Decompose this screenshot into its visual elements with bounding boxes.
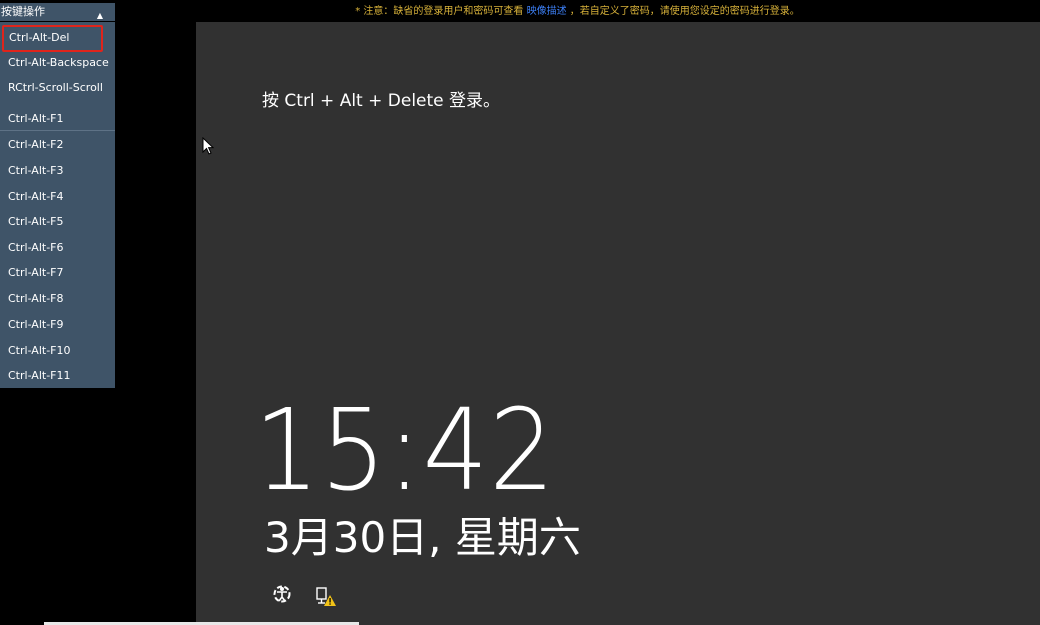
menu-item-ctrl-alt-f6[interactable]: Ctrl-Alt-F6 xyxy=(0,235,115,260)
menu-item-ctrl-alt-f2[interactable]: Ctrl-Alt-F2 xyxy=(0,132,115,157)
lock-clock: 15:42 xyxy=(254,386,556,516)
menu-item-rctrl-scroll-scroll[interactable]: RCtrl-Scroll-Scroll xyxy=(0,75,115,100)
top-toolbar: 按键操作 ▲ * 注意：缺省的登录用户和密码可查看 映像描述 ，若自定义了密码，… xyxy=(0,0,1040,22)
menu-item-ctrl-alt-f11[interactable]: Ctrl-Alt-F11 xyxy=(0,363,115,388)
menu-item-ctrl-alt-f9[interactable]: Ctrl-Alt-F9 xyxy=(0,312,115,337)
menu-item-ctrl-alt-f4[interactable]: Ctrl-Alt-F4 xyxy=(0,184,115,209)
menu-item-ctrl-alt-f1[interactable]: Ctrl-Alt-F1 xyxy=(0,106,115,131)
login-prompt: 按 Ctrl + Alt + Delete 登录。 xyxy=(262,91,501,111)
ease-of-access-icon[interactable] xyxy=(270,582,294,606)
notice-suffix: ，若自定义了密码，请使用您设定的密码进行登录。 xyxy=(569,6,800,17)
dropdown-label: 按键操作 xyxy=(1,5,45,18)
menu-item-ctrl-alt-backspace[interactable]: Ctrl-Alt-Backspace xyxy=(0,50,115,75)
menu-item-ctrl-alt-del[interactable]: Ctrl-Alt-Del xyxy=(2,25,103,52)
lock-date: 3月30日, 星期六 xyxy=(264,513,581,562)
key-operation-dropdown[interactable]: 按键操作 ▲ xyxy=(0,3,115,21)
menu-item-ctrl-alt-f5[interactable]: Ctrl-Alt-F5 xyxy=(0,209,115,234)
menu-item-ctrl-alt-f7[interactable]: Ctrl-Alt-F7 xyxy=(0,260,115,285)
image-description-link[interactable]: 映像描述 xyxy=(527,6,567,17)
remote-lock-screen[interactable]: 按 Ctrl + Alt + Delete 登录。 15:42 3月30日, 星… xyxy=(196,22,1040,625)
menu-item-ctrl-alt-f10[interactable]: Ctrl-Alt-F10 xyxy=(0,338,115,363)
mouse-pointer-icon xyxy=(202,136,216,157)
key-combination-menu: Ctrl-Alt-Del Ctrl-Alt-Backspace RCtrl-Sc… xyxy=(0,22,115,388)
menu-item-ctrl-alt-f3[interactable]: Ctrl-Alt-F3 xyxy=(0,158,115,183)
menu-item-ctrl-alt-f8[interactable]: Ctrl-Alt-F8 xyxy=(0,286,115,311)
login-notice: * 注意：缺省的登录用户和密码可查看 映像描述 ，若自定义了密码，请使用您设定的… xyxy=(115,3,1040,21)
notice-prefix: * 注意：缺省的登录用户和密码可查看 xyxy=(355,6,524,17)
network-warning-icon[interactable] xyxy=(314,584,338,608)
